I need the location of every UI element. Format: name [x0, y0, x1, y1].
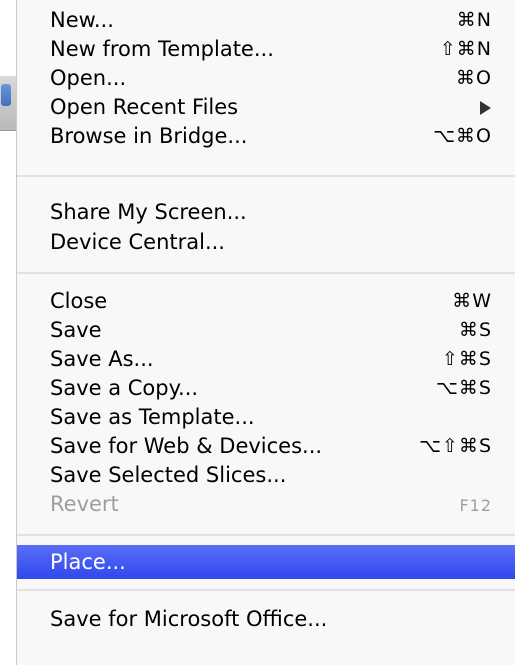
- menu-item-label: Save: [50, 318, 102, 342]
- menu-item-label: Save for Microsoft Office...: [50, 607, 328, 631]
- menu-item-place[interactable]: Place...: [17, 545, 515, 579]
- menu-item-shortcut: ⌘N: [456, 9, 492, 31]
- menu-item-shortcut: ⌘O: [456, 67, 492, 89]
- menu-item-shortcut: ⇧⌘S: [442, 348, 492, 370]
- menu-item-label: Save Selected Slices...: [50, 463, 287, 487]
- menu-item-close[interactable]: Close ⌘W: [17, 286, 515, 315]
- menu-item-save-for-web-devices[interactable]: Save for Web & Devices... ⌥⇧⌘S: [17, 431, 515, 460]
- menu-item-label: Browse in Bridge...: [50, 124, 248, 148]
- menu-separator: [17, 175, 515, 177]
- background-window-edge: [0, 0, 17, 665]
- menu-item-label: Device Central...: [50, 230, 225, 254]
- menu-item-save-as-template[interactable]: Save as Template...: [17, 402, 515, 431]
- menu-item-label: New...: [50, 8, 114, 32]
- menu-item-new-from-template[interactable]: New from Template... ⇧⌘N: [17, 34, 515, 63]
- menu-item-label: Open Recent Files: [50, 95, 239, 119]
- menu-item-label: Save As...: [50, 347, 154, 371]
- menu-item-label: New from Template...: [50, 37, 274, 61]
- menu-separator: [17, 589, 515, 591]
- menu-item-save-a-copy[interactable]: Save a Copy... ⌥⌘S: [17, 373, 515, 402]
- menu-item-shortcut: ⌥⇧⌘S: [419, 435, 492, 457]
- menu-item-shortcut: ⌘W: [452, 290, 492, 312]
- menu-item-new[interactable]: New... ⌘N: [17, 5, 515, 34]
- menu-separator: [17, 272, 515, 274]
- menu-item-device-central[interactable]: Device Central...: [17, 227, 515, 256]
- menu-item-label: Open...: [50, 66, 127, 90]
- menu-item-save-as[interactable]: Save As... ⇧⌘S: [17, 344, 515, 373]
- menu-item-save-for-microsoft-office[interactable]: Save for Microsoft Office...: [17, 604, 515, 633]
- menu-item-label: Close: [50, 289, 108, 313]
- menu-item-label: Save a Copy...: [50, 376, 199, 400]
- menu-item-label: Revert: [50, 492, 119, 516]
- menu-item-shortcut: ⌥⌘S: [436, 377, 492, 399]
- menu-item-label: Save as Template...: [50, 405, 255, 429]
- menu-item-open[interactable]: Open... ⌘O: [17, 63, 515, 92]
- menu-separator: [17, 534, 515, 536]
- menu-item-label: Place...: [50, 550, 126, 574]
- menu-item-share-my-screen[interactable]: Share My Screen...: [17, 197, 515, 226]
- menu-item-save-selected-slices[interactable]: Save Selected Slices...: [17, 460, 515, 489]
- menu-item-revert: Revert F12: [17, 489, 515, 518]
- background-toolbar-button: [1, 84, 11, 106]
- menu-item-shortcut: F12: [459, 496, 492, 515]
- file-menu: New... ⌘N New from Template... ⇧⌘N Open.…: [17, 0, 515, 665]
- menu-item-shortcut: ⌘S: [458, 319, 492, 341]
- menu-item-shortcut: ⌥⌘O: [433, 125, 492, 147]
- menu-item-save[interactable]: Save ⌘S: [17, 315, 515, 344]
- background-divider: [0, 130, 16, 131]
- menu-item-label: Save for Web & Devices...: [50, 434, 323, 458]
- menu-item-browse-in-bridge[interactable]: Browse in Bridge... ⌥⌘O: [17, 121, 515, 150]
- submenu-chevron-right-icon: [480, 101, 491, 115]
- menu-item-open-recent-files[interactable]: Open Recent Files: [17, 92, 515, 121]
- menu-item-shortcut: ⇧⌘N: [439, 38, 492, 60]
- menu-item-label: Share My Screen...: [50, 200, 247, 224]
